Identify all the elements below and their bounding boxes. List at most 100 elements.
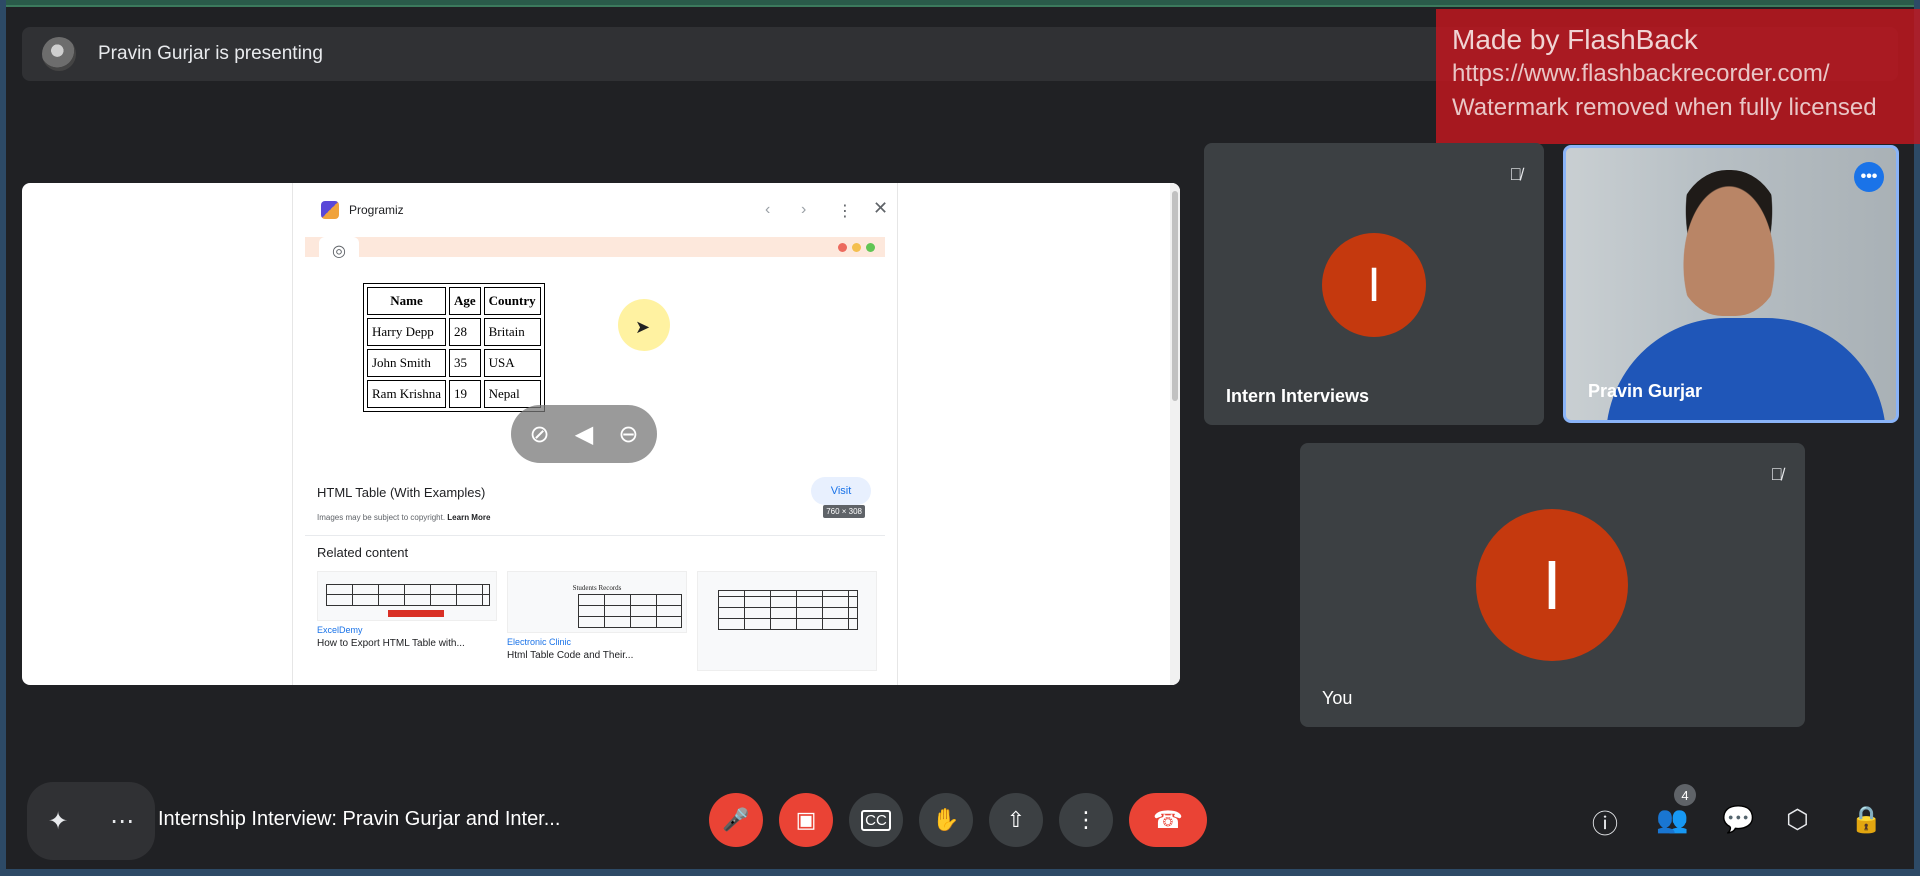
present-icon: ⇧: [1006, 807, 1026, 832]
present-button[interactable]: ⇧: [989, 793, 1043, 847]
info-icon[interactable]: ⓘ: [1592, 804, 1618, 841]
avatar: I: [1322, 233, 1426, 337]
floating-controls: ⊘ ◀ ⊖: [511, 405, 657, 463]
learn-more-link[interactable]: Learn More: [447, 513, 490, 522]
chat-icon[interactable]: 💬: [1722, 804, 1754, 835]
programiz-logo-icon: [321, 201, 339, 219]
people-icon[interactable]: 👥: [1656, 804, 1688, 835]
thumbnail-button: [388, 610, 444, 617]
participant-name: Intern Interviews: [1226, 386, 1370, 406]
thumbnail-table: [718, 590, 858, 630]
camera-toggle-button[interactable]: ▣: [779, 793, 833, 847]
result-title[interactable]: HTML Table (With Examples): [317, 485, 485, 500]
scrollbar[interactable]: [1170, 183, 1180, 685]
related-thumbnail: [697, 571, 877, 671]
chevron-left-icon[interactable]: ‹: [765, 201, 770, 219]
chevron-right-icon[interactable]: ›: [801, 201, 806, 219]
visit-button[interactable]: Visit: [811, 477, 871, 505]
related-card[interactable]: [697, 571, 877, 671]
thumbnail-table: [326, 584, 490, 606]
yellow-dot-icon: [852, 243, 861, 252]
more-vert-icon[interactable]: ⋮: [837, 201, 853, 221]
scrollbar-thumb[interactable]: [1172, 191, 1178, 401]
meeting-title: Internship Interview: Pravin Gurjar and …: [158, 808, 561, 830]
presenter-avatar: [42, 37, 76, 71]
table-cell: 19: [448, 380, 481, 408]
participant-tile-pravin-gurjar[interactable]: ••• Pravin Gurjar: [1563, 145, 1899, 423]
table-cell: Britain: [483, 318, 541, 346]
screen-share-panel[interactable]: Programiz ‹ › ⋮ ✕ ◎ Name Age Country Har…: [22, 183, 1180, 685]
host-controls-icon[interactable]: 🔒: [1850, 804, 1882, 835]
captions-icon: CC: [861, 809, 891, 831]
watermark-url: https://www.flashbackrecorder.com/: [1452, 60, 1830, 87]
related-source: ExcelDemy: [317, 625, 363, 635]
more-horiz-icon[interactable]: ⋯: [110, 807, 134, 836]
volume-icon[interactable]: ◀: [575, 420, 593, 449]
participant-count-badge: 4: [1674, 784, 1696, 806]
companion-chip[interactable]: ✦ ⋯: [27, 782, 155, 860]
table-cell: 35: [448, 349, 481, 377]
mic-off-icon: 🎙̸: [1509, 165, 1522, 184]
avatar: I: [1476, 509, 1628, 661]
hand-icon: ✋: [932, 807, 960, 832]
table-header-row: Name Age Country: [367, 287, 541, 315]
table-cell: USA: [483, 349, 541, 377]
call-end-icon: ☎: [1153, 806, 1183, 834]
divider: [305, 535, 885, 536]
table-cell: 28: [448, 318, 481, 346]
related-caption: Html Table Code and Their...: [507, 650, 634, 661]
table-row: Harry Depp 28 Britain: [367, 318, 541, 346]
captions-button[interactable]: CC: [849, 793, 903, 847]
image-dimensions: 760 × 308: [823, 505, 865, 518]
globe-icon: ◎: [319, 237, 359, 265]
mic-toggle-button[interactable]: 🎤: [709, 793, 763, 847]
leave-call-button[interactable]: ☎: [1129, 793, 1207, 847]
related-thumbnail: [317, 571, 497, 621]
related-caption: How to Export HTML Table with...: [317, 638, 465, 649]
participant-name: Pravin Gurjar: [1588, 381, 1703, 401]
thumbnail-title: Students Records: [572, 584, 622, 592]
videocam-off-icon: ▣: [795, 807, 817, 832]
related-source: Electronic Clinic: [507, 637, 572, 647]
close-icon[interactable]: ✕: [873, 198, 888, 219]
table-row: Ram Krishna 19 Nepal: [367, 380, 541, 408]
red-dot-icon: [838, 243, 847, 252]
window-frame-left: [0, 0, 6, 876]
sparkle-icon[interactable]: ✦: [48, 807, 68, 836]
watermark-title: Made by FlashBack: [1452, 24, 1698, 55]
table-header-cell: Name: [367, 287, 446, 315]
browser-bar: [305, 237, 885, 257]
related-card[interactable]: Students Records Electronic Clinic Html …: [507, 571, 687, 661]
participant-name: You: [1322, 688, 1353, 708]
participant-tile-you[interactable]: 🎙̸ I You: [1300, 443, 1805, 727]
unpin-icon[interactable]: ⊘: [530, 420, 550, 449]
example-html-table: Name Age Country Harry Depp 28 Britain J…: [363, 283, 545, 412]
table-header-cell: Age: [448, 287, 481, 315]
related-card[interactable]: ExcelDemy How to Export HTML Table with.…: [317, 571, 497, 649]
more-vert-icon: ⋮: [1075, 807, 1097, 832]
raise-hand-button[interactable]: ✋: [919, 793, 973, 847]
mic-off-icon: 🎙̸: [1770, 465, 1783, 484]
watermark: Made by FlashBack https://www.flashbackr…: [1436, 9, 1920, 144]
table-row: John Smith 35 USA: [367, 349, 541, 377]
thumbnail-table: [578, 594, 682, 628]
remove-icon[interactable]: ⊖: [618, 420, 638, 449]
more-options-icon[interactable]: •••: [1854, 162, 1884, 192]
window-dots: [838, 243, 875, 252]
cursor-pointer-icon: ➤: [635, 317, 651, 337]
copyright-text: Images may be subject to copyright.: [317, 513, 446, 522]
video-person-head: [1674, 170, 1784, 316]
green-dot-icon: [866, 243, 875, 252]
participant-tile-intern-interviews[interactable]: 🎙̸ I Intern Interviews: [1204, 143, 1544, 425]
activities-icon[interactable]: ⬡: [1786, 804, 1809, 835]
viewer-header: Programiz: [293, 183, 899, 237]
table-cell: Harry Depp: [367, 318, 446, 346]
window-frame-top: [0, 0, 1920, 7]
mic-off-icon: 🎤: [722, 807, 750, 832]
table-header-cell: Country: [483, 287, 541, 315]
table-cell: John Smith: [367, 349, 446, 377]
site-name: Programiz: [349, 203, 404, 217]
table-cell: Nepal: [483, 380, 541, 408]
window-frame-bottom: [0, 869, 1920, 876]
more-options-button[interactable]: ⋮: [1059, 793, 1113, 847]
